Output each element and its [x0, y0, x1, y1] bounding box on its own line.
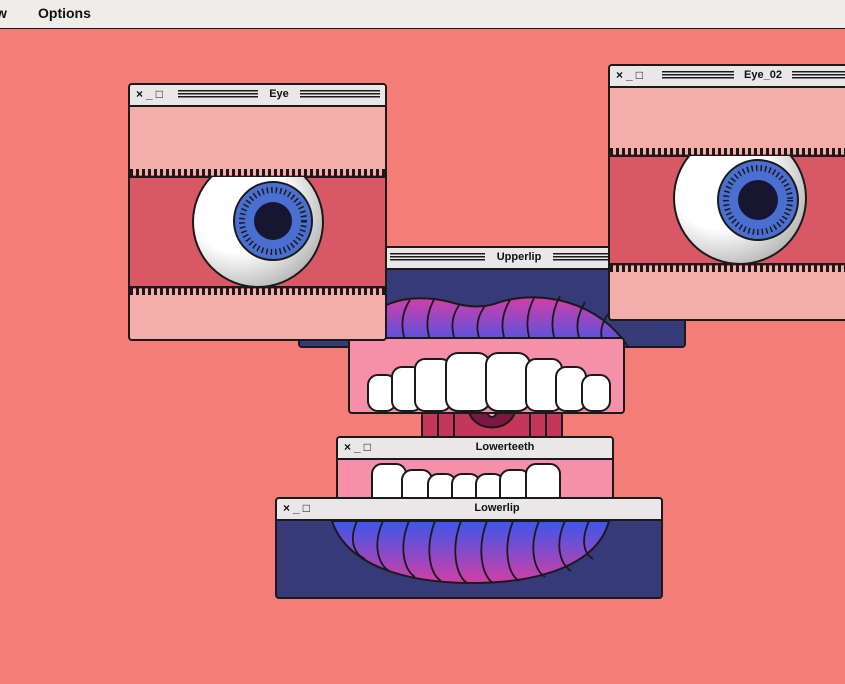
window-controls: ×_□ [616, 68, 646, 82]
titlebar-lowerteeth[interactable]: ×_□ Lowerteeth [338, 438, 612, 460]
window-controls: ×_□ [344, 440, 374, 454]
eye-02-content [610, 88, 845, 319]
maximize-icon[interactable]: □ [303, 501, 313, 515]
eye-content [130, 107, 385, 339]
minimize-icon[interactable]: _ [626, 68, 636, 82]
maximize-icon[interactable]: □ [156, 87, 166, 101]
window-lowerteeth[interactable]: ×_□ Lowerteeth [336, 436, 614, 506]
lower-lip-art [330, 521, 611, 585]
window-title: Lowerteeth [456, 441, 554, 453]
maximize-icon[interactable]: □ [364, 440, 374, 454]
window-title: Eye_02 [734, 69, 792, 81]
window-title: Upperlip [485, 251, 553, 263]
titlebar-eye-02[interactable]: ×_□ Eye_02 [610, 66, 845, 88]
minimize-icon[interactable]: _ [354, 440, 364, 454]
minimize-icon[interactable]: _ [146, 87, 156, 101]
minimize-icon[interactable]: _ [293, 501, 303, 515]
titlebar-eye[interactable]: ×_□ Eye [130, 85, 385, 107]
window-title: Eye [258, 88, 300, 100]
eye-art [130, 169, 385, 295]
window-eye[interactable]: ×_□ Eye [128, 83, 387, 341]
close-icon[interactable]: × [344, 440, 354, 454]
window-eye-02[interactable]: ×_□ Eye_02 [608, 64, 845, 321]
window-lowerlip[interactable]: ×_□ Lowerlip [275, 497, 663, 599]
eye-02-art [610, 148, 845, 272]
window-title: Lowerlip [453, 502, 541, 514]
window-controls: ×_□ [136, 87, 166, 101]
maximize-icon[interactable]: □ [636, 68, 646, 82]
upperteeth-panel[interactable] [348, 337, 625, 414]
lowerlip-content [277, 521, 661, 597]
close-icon[interactable]: × [136, 87, 146, 101]
titlebar-lowerlip[interactable]: ×_□ Lowerlip [277, 499, 661, 521]
menu-bar: w Options [0, 0, 845, 29]
window-controls: ×_□ [283, 501, 313, 515]
close-icon[interactable]: × [616, 68, 626, 82]
upper-teeth-art [367, 352, 611, 412]
menu-item-options[interactable]: Options [38, 5, 91, 21]
close-icon[interactable]: × [283, 501, 293, 515]
menu-item-view[interactable]: w [0, 5, 7, 21]
